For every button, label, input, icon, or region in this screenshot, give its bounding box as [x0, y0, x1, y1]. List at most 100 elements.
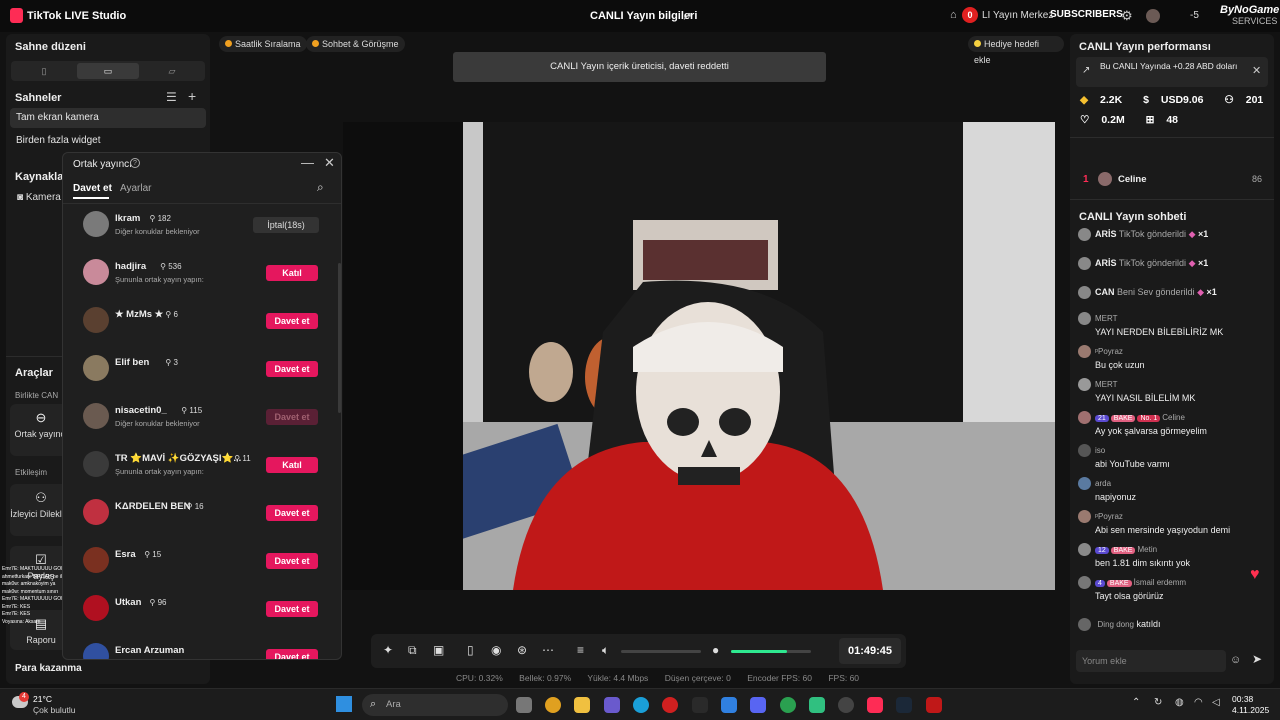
- volume-icon[interactable]: ◁: [1212, 697, 1220, 708]
- chat-message: MERT YAYI NASIL BİLELİM MK: [1078, 378, 1264, 403]
- invite-button[interactable]: İptal(18s): [253, 217, 319, 233]
- add-scene-icon[interactable]: +: [188, 88, 196, 104]
- scene-item-fullscreen[interactable]: Tam ekran kamera: [10, 108, 206, 128]
- home-icon[interactable]: ⌂: [950, 9, 957, 21]
- search-box[interactable]: ⌕ Ara: [362, 694, 508, 716]
- chat-text: Ay yok şalvarsa görmeyelim: [1095, 426, 1207, 436]
- invite-button[interactable]: Davet et: [266, 553, 318, 569]
- help-icon[interactable]: ?: [130, 158, 140, 168]
- top-gifter-row[interactable]: 1 Celine 86: [1080, 172, 1270, 192]
- obs-icon[interactable]: [838, 697, 854, 713]
- layout-landscape-button[interactable]: ▭: [77, 63, 139, 79]
- chat-input[interactable]: Yorum ekle: [1076, 650, 1226, 672]
- app-icon[interactable]: [809, 697, 825, 713]
- layout-multi-button[interactable]: ▱: [141, 63, 203, 79]
- refresh-icon[interactable]: ↻: [1154, 697, 1162, 708]
- edge-icon[interactable]: [633, 697, 649, 713]
- follower-count: ⚲ 3: [165, 358, 178, 367]
- chat-user[interactable]: iso: [1095, 446, 1105, 455]
- chat-user[interactable]: Metin: [1137, 545, 1157, 554]
- chrome-icon[interactable]: [545, 697, 561, 713]
- media-app-icon[interactable]: [926, 697, 942, 713]
- invite-button[interactable]: Davet et: [266, 361, 318, 377]
- gift-icon: ◆: [1188, 228, 1196, 239]
- search-icon[interactable]: ⌕: [317, 180, 324, 195]
- chat-user[interactable]: ᵖPoyraz: [1095, 347, 1123, 356]
- close-icon[interactable]: ✕: [324, 155, 335, 171]
- list-icon[interactable]: ☰: [166, 90, 177, 104]
- speaker-icon[interactable]: 🔈︎: [602, 643, 609, 658]
- share-icon[interactable]: ↗: [682, 9, 692, 23]
- tiktok-studio-icon[interactable]: [867, 697, 883, 713]
- windows-start-icon[interactable]: [336, 696, 352, 712]
- mic-icon[interactable]: ●: [712, 643, 719, 657]
- discord-icon[interactable]: [750, 697, 766, 713]
- chat-user[interactable]: MERT: [1095, 380, 1118, 389]
- invite-button[interactable]: Katıl: [266, 457, 318, 473]
- chat-chip[interactable]: Sohbet & Görüşme: [306, 36, 405, 52]
- settings-sliders-icon[interactable]: ≡: [577, 643, 584, 657]
- avatar: [83, 643, 109, 659]
- chrome-profile-icon[interactable]: [780, 697, 796, 713]
- camera-switch-icon[interactable]: ⊛: [517, 643, 527, 657]
- chevron-up-icon[interactable]: ⌃: [1132, 697, 1140, 708]
- chat-user[interactable]: İsmail erdemm: [1134, 578, 1186, 587]
- scrollbar[interactable]: [338, 263, 341, 413]
- notification-badge[interactable]: 0: [962, 7, 978, 23]
- weather-temp[interactable]: 21°C: [33, 694, 52, 704]
- invite-button[interactable]: Davet et: [266, 505, 318, 521]
- invite-button[interactable]: Katıl: [266, 265, 318, 281]
- send-icon[interactable]: ➤: [1252, 652, 1262, 666]
- chat-user[interactable]: ᵖPoyraz: [1095, 512, 1123, 521]
- file-explorer-icon[interactable]: [574, 697, 590, 713]
- tab-invite[interactable]: Davet et: [73, 183, 112, 194]
- emoji-icon[interactable]: ☺: [1230, 654, 1241, 666]
- steam-icon[interactable]: [896, 697, 912, 713]
- phone-icon[interactable]: ▯: [467, 643, 474, 657]
- upload-stat: Yükle: 4.4 Mbps: [587, 673, 649, 683]
- mic-level-slider[interactable]: [731, 650, 811, 653]
- scenes-title: Sahneler: [15, 92, 62, 104]
- wifi-icon[interactable]: ◠: [1194, 697, 1203, 708]
- avatar[interactable]: [1146, 9, 1160, 23]
- layout-portrait-button[interactable]: ▯: [13, 63, 75, 79]
- cohost-list-item: hadjira ⚲ 536 Şununla ortak yayın yapın: Ka…: [83, 253, 323, 293]
- scene-item-widgets[interactable]: Birden fazla widget: [10, 131, 206, 151]
- clock-time[interactable]: 00:38: [1232, 694, 1253, 704]
- person-icon: ⚲: [149, 214, 156, 223]
- gear-icon[interactable]: ⚙: [1121, 8, 1133, 24]
- chat-badge: BAKE: [1110, 414, 1136, 422]
- gift-qty: ×1: [1198, 228, 1209, 239]
- volume-slider[interactable]: [621, 650, 701, 653]
- more-icon[interactable]: ⋯: [542, 643, 554, 657]
- teams-icon[interactable]: [604, 697, 620, 713]
- clock-date[interactable]: 4.11.2025: [1232, 705, 1269, 715]
- invite-button[interactable]: Davet et: [266, 601, 318, 617]
- gift-icon: ◆: [1197, 286, 1205, 297]
- opera-icon[interactable]: [662, 697, 678, 713]
- live-center-link[interactable]: LI Yayın Merkez: [982, 10, 1053, 21]
- tab-settings[interactable]: Ayarlar: [120, 183, 152, 194]
- minimize-icon[interactable]: —: [301, 155, 314, 170]
- mic-tray-icon[interactable]: ◍: [1175, 697, 1184, 708]
- record-icon[interactable]: ◉: [491, 643, 501, 657]
- effects-icon[interactable]: ⧉: [408, 643, 417, 658]
- chat-user[interactable]: arda: [1095, 479, 1111, 488]
- task-view-icon[interactable]: [516, 697, 532, 713]
- epic-games-icon[interactable]: [692, 697, 708, 713]
- layout-icon[interactable]: ▣: [433, 643, 444, 657]
- source-item[interactable]: ◙ Kamera: [17, 192, 61, 203]
- avatar: [83, 307, 109, 333]
- earnings-banner: ↗ Bu CANLI Yayında +0.28 ABD doları ✕: [1076, 57, 1268, 87]
- close-banner-icon[interactable]: ✕: [1252, 64, 1261, 77]
- weather-desc[interactable]: Çok bulutlu: [33, 705, 76, 715]
- hourly-ranking-chip[interactable]: Saatlik Sıralama: [219, 36, 307, 52]
- mail-icon[interactable]: [721, 697, 737, 713]
- invite-button[interactable]: Davet et: [266, 313, 318, 329]
- invite-button[interactable]: Davet et: [266, 409, 318, 425]
- magic-wand-icon[interactable]: ✦: [383, 643, 393, 657]
- chat-user[interactable]: Celine: [1162, 413, 1185, 422]
- gift-goal-chip[interactable]: Hediye hedefi ekle: [968, 36, 1064, 65]
- invite-button[interactable]: Davet et: [266, 649, 318, 659]
- chat-user[interactable]: MERT: [1095, 314, 1118, 323]
